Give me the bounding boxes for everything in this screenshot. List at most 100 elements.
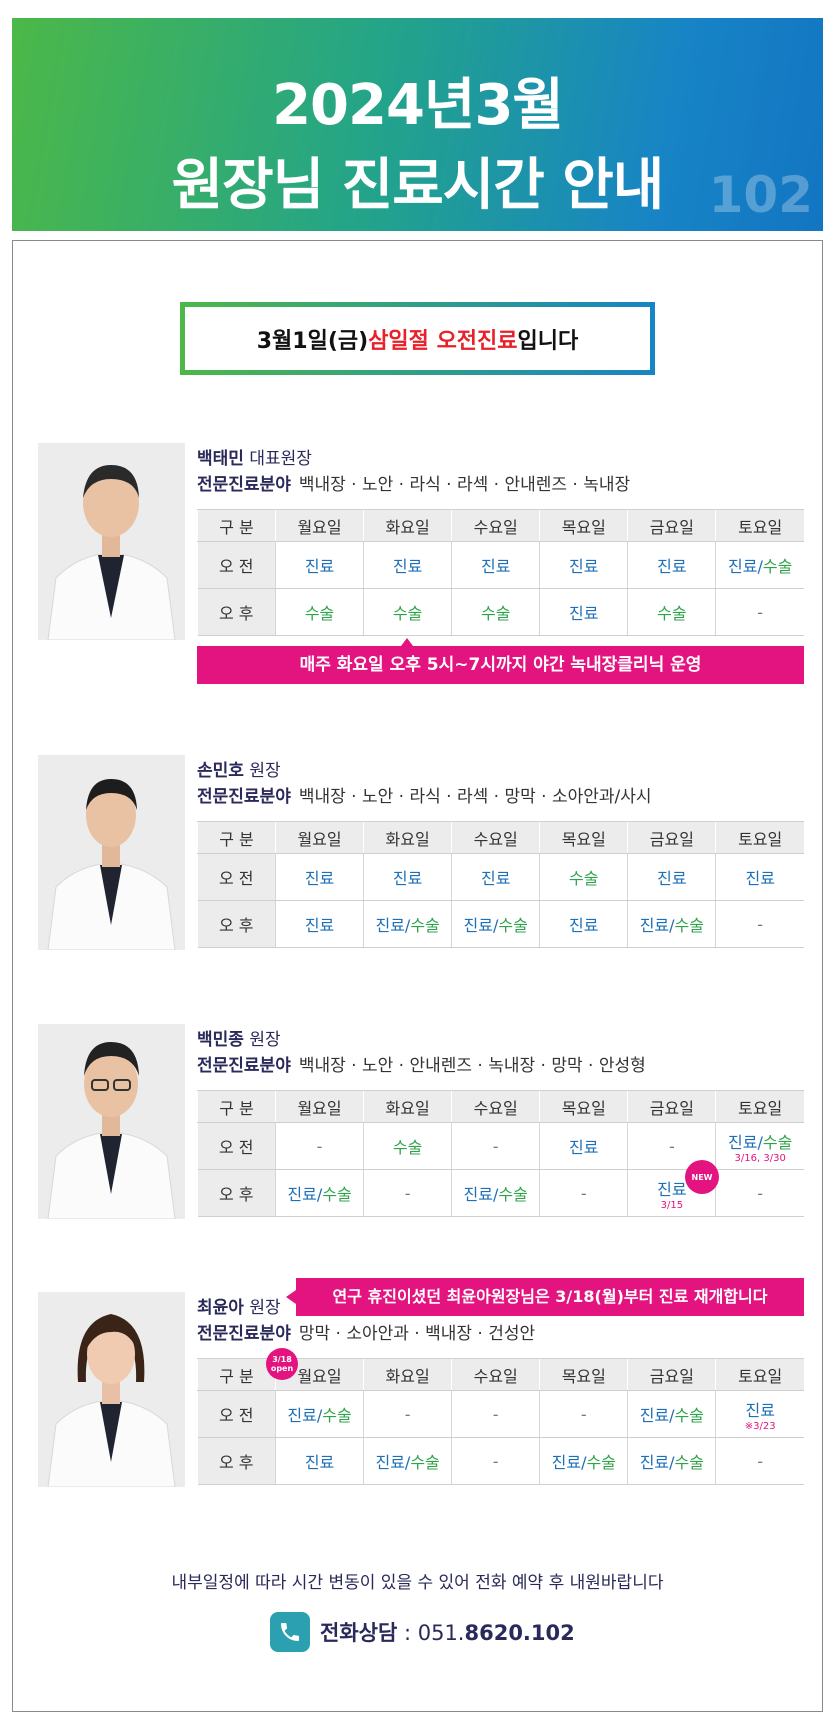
- doctor-specialty-line: 전문진료분야 백내장 · 노안 · 안내렌즈 · 녹내장 · 망막 · 안성형: [197, 1051, 646, 1076]
- schedule-cell: -: [363, 1390, 452, 1438]
- schedule-cell: 진료: [539, 900, 628, 948]
- night-clinic-banner: 매주 화요일 오후 5시~7시까지 야간 녹내장클리닉 운영: [197, 646, 804, 684]
- doctor-title: 원장: [243, 761, 281, 781]
- schedule-cell: -: [363, 1169, 452, 1217]
- schedule-cell: -: [451, 1437, 540, 1485]
- row-label: 오 전: [197, 853, 276, 901]
- new-badge: NEW: [685, 1160, 719, 1194]
- schedule-cell: 진료: [363, 541, 452, 589]
- schedule-cell: 진료/수술: [539, 1437, 628, 1485]
- doctor-photo-2: [38, 755, 185, 950]
- doctor-name: 최윤아: [197, 1298, 244, 1318]
- doctor-photo-3: [38, 1024, 185, 1219]
- schedule-table: 구 분 월요일 화요일 수요일 목요일 금요일 토요일 오 전 진료 진료 진료 수술 진료 진료 오 후진…: [197, 821, 804, 948]
- schedule-cell: 진료/수술: [715, 541, 804, 589]
- doctor-title: 대표원장: [243, 449, 312, 469]
- phone-contact[interactable]: 전화상담 : 051.8620.102: [270, 1612, 575, 1652]
- table-header-cell: 구 분: [197, 1090, 276, 1123]
- doctor-specialty: 망막 · 소아안과 · 백내장 · 건성안: [298, 1324, 536, 1344]
- notice-text: 3월1일(금) 삼일절 오전진료 입니다: [185, 307, 650, 370]
- table-header-cell: 금요일: [627, 509, 716, 542]
- table-header-cell: 수요일: [451, 1358, 540, 1391]
- doctor-portrait-icon: [38, 1024, 185, 1219]
- specialty-label: 전문진료분야: [197, 787, 291, 807]
- doctor-name: 백민종: [197, 1030, 244, 1050]
- row-label: 오 후: [197, 588, 276, 636]
- row-label: 오 전: [197, 541, 276, 589]
- table-header-cell: 토요일: [715, 1358, 804, 1391]
- table-header-cell: 화요일: [363, 821, 452, 854]
- doctor-portrait-icon: [38, 755, 185, 950]
- table-row: 오 후 진료 진료/수술 - 진료/수술 진료/수술 -: [197, 1437, 804, 1485]
- table-header-cell: 금요일: [627, 821, 716, 854]
- doctor-name: 백태민: [197, 449, 244, 469]
- notice-suffix: 입니다: [517, 328, 579, 354]
- notice-highlight: 삼일절 오전진료: [368, 328, 518, 354]
- table-header-cell: 토요일: [715, 509, 804, 542]
- table-header-row: 구 분 월요일 화요일 수요일 목요일 금요일 토요일: [197, 1090, 804, 1123]
- schedule-cell: 진료/수술: [274, 1390, 364, 1438]
- schedule-cell: 수술: [363, 1122, 452, 1170]
- schedule-cell: 진료/수술: [451, 1169, 540, 1217]
- schedule-cell: 진료/수술: [363, 1437, 452, 1485]
- schedule-cell: 진료/수술: [363, 900, 452, 948]
- schedule-cell: 진료: [363, 853, 452, 901]
- table-header-cell: 구 분: [197, 1358, 276, 1391]
- schedule-cell: 수술: [627, 588, 716, 636]
- schedule-cell: 수술: [274, 588, 364, 636]
- table-header-cell: 금요일: [627, 1358, 716, 1391]
- open-badge: 3/18 open: [266, 1348, 298, 1380]
- schedule-cell: -: [715, 900, 804, 948]
- doctor-name-line: 백민종 원장: [197, 1025, 281, 1050]
- table-header-cell: 목요일: [539, 821, 628, 854]
- specialty-label: 전문진료분야: [197, 475, 291, 495]
- doctor-specialty: 백내장 · 노안 · 안내렌즈 · 녹내장 · 망막 · 안성형: [298, 1056, 646, 1076]
- schedule-cell: 수술: [539, 853, 628, 901]
- schedule-table: 구 분 월요일 화요일 수요일 목요일 금요일 토요일 오 전 - 수술 - 진료 - 진료/수술 3/16…: [197, 1090, 804, 1217]
- schedule-cell: 진료: [274, 541, 364, 589]
- table-header-cell: 수요일: [451, 1090, 540, 1123]
- table-header-cell: 목요일: [539, 509, 628, 542]
- schedule-cell: 진료: [274, 1437, 364, 1485]
- table-row: 오 전 진료/수술 - - - 진료/수술 진료 ※3/23: [197, 1390, 804, 1438]
- table-header-cell: 수요일: [451, 509, 540, 542]
- table-header-cell: 월요일: [274, 1090, 364, 1123]
- schedule-cell: 진료: [627, 541, 716, 589]
- schedule-date-note: 3/15: [660, 1199, 684, 1211]
- notice-prefix: 3월1일(금): [256, 328, 369, 354]
- row-label: 오 후: [197, 1437, 276, 1485]
- doctor-specialty: 백내장 · 노안 · 라식 · 라섹 · 망막 · 소아안과/사시: [298, 787, 652, 807]
- schedule-cell: 진료: [451, 853, 540, 901]
- new-badge-text: NEW: [691, 1172, 713, 1182]
- table-header-cell: 화요일: [363, 1358, 452, 1391]
- schedule-cell: 진료: [539, 1122, 628, 1170]
- schedule-cell: 수술: [451, 588, 540, 636]
- table-header-cell: 구 분: [197, 509, 276, 542]
- schedule-cell: 진료: [274, 853, 364, 901]
- schedule-cell: -: [715, 1169, 804, 1217]
- open-badge-date: 3/18: [272, 1355, 292, 1364]
- schedule-cell: -: [539, 1390, 628, 1438]
- schedule-date-note: ※3/23: [744, 1420, 776, 1432]
- row-label: 오 전: [197, 1122, 276, 1170]
- row-label: 오 후: [197, 900, 276, 948]
- schedule-cell: 진료/수술: [627, 1437, 716, 1485]
- schedule-cell: -: [451, 1390, 540, 1438]
- phone-separator: :: [397, 1621, 418, 1645]
- schedule-cell: 진료/수술: [451, 900, 540, 948]
- schedule-cell: 수술: [363, 588, 452, 636]
- table-header-cell: 목요일: [539, 1358, 628, 1391]
- doctor-name: 손민호: [197, 761, 244, 781]
- table-header-cell: 수요일: [451, 821, 540, 854]
- table-header-cell: 화요일: [363, 509, 452, 542]
- schedule-cell: 진료: [627, 853, 716, 901]
- specialty-label: 전문진료분야: [197, 1056, 291, 1076]
- resume-notice-banner: 연구 휴진이셨던 최윤아원장님은 3/18(월)부터 진료 재개합니다: [296, 1278, 804, 1316]
- doctor-specialty-line: 전문진료분야 백내장 · 노안 · 라식 · 라섹 · 망막 · 소아안과/사시: [197, 782, 652, 807]
- phone-text: 전화상담 : 051.8620.102: [320, 1617, 575, 1647]
- schedule-table: 구 분 월요일 화요일 수요일 목요일 금요일 토요일 오 전 진료 진료 진료 진료 진료 진료/수술 오…: [197, 509, 804, 636]
- table-header-cell: 월요일: [274, 509, 364, 542]
- table-row: 오 전 진료 진료 진료 수술 진료 진료: [197, 853, 804, 901]
- table-header-cell: 토요일: [715, 821, 804, 854]
- table-header-cell: 월요일: [274, 821, 364, 854]
